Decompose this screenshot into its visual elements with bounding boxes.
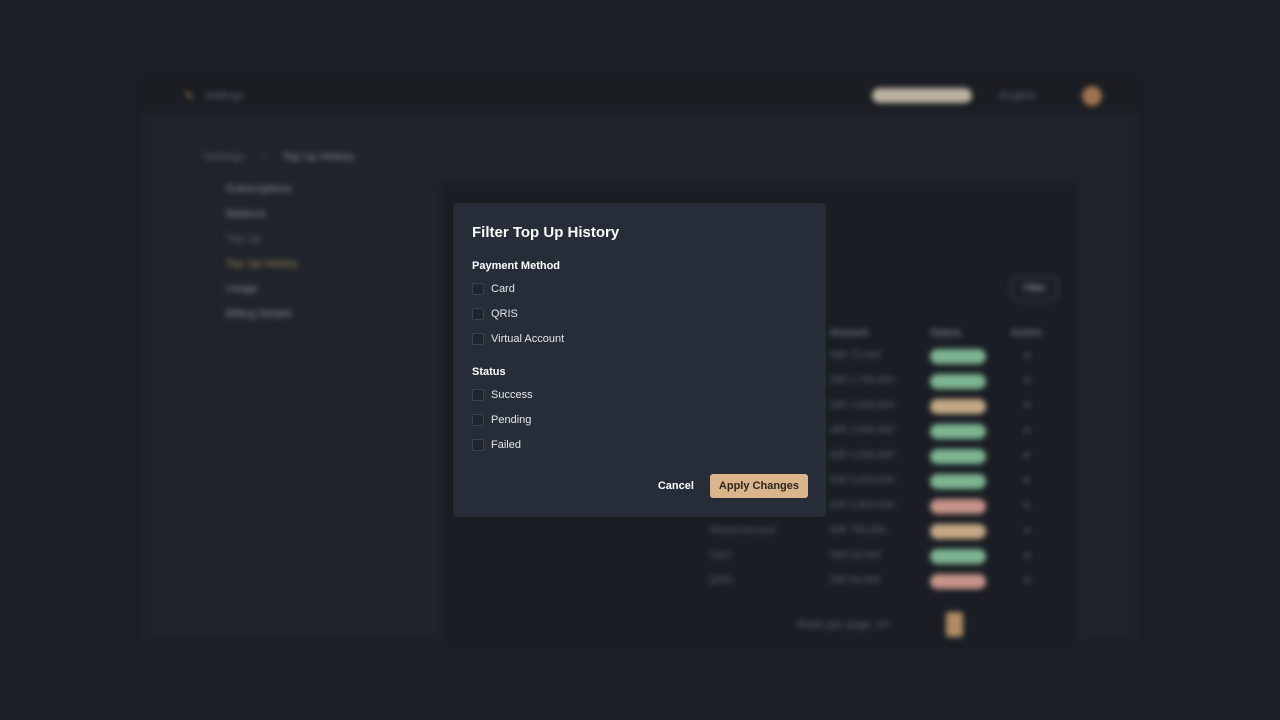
action-icon[interactable]: ●: [1024, 350, 1030, 361]
action-icon[interactable]: ●: [1024, 575, 1030, 586]
status-badge: [930, 524, 986, 539]
page-1-button[interactable]: [946, 612, 963, 637]
logo-icon: ✎: [184, 89, 195, 103]
method-cell: QRIS: [709, 575, 734, 586]
checkbox-option[interactable]: Failed: [472, 432, 807, 457]
checkbox[interactable]: [472, 438, 484, 451]
sidebar-item-balance[interactable]: Balance: [226, 208, 266, 220]
table-row[interactable]: Virtual Account IDR 750,000 ●: [460, 519, 1060, 544]
sidebar-item-billing-details[interactable]: Billing Details: [226, 308, 292, 320]
action-icon[interactable]: ●: [1024, 400, 1030, 411]
breadcrumb-separator: /: [262, 151, 266, 163]
checkbox-option[interactable]: Success: [472, 382, 807, 407]
checkbox-option[interactable]: Pending: [472, 407, 807, 432]
sidebar-item-top-up[interactable]: Top Up: [226, 233, 261, 245]
sidebar-item-top-up-history[interactable]: Top Up History: [226, 258, 298, 270]
language-select[interactable]: English: [1000, 90, 1036, 102]
rows-per-page-label: Rows per page: [797, 619, 871, 631]
status-badge: [930, 574, 986, 589]
checkbox[interactable]: [472, 332, 484, 345]
amount-cell: IDR 750,000: [830, 525, 887, 536]
action-icon[interactable]: ●: [1024, 525, 1030, 536]
filter-button[interactable]: Filter: [1011, 276, 1058, 301]
checkbox[interactable]: [472, 413, 484, 426]
amount-cell: IDR 2,750,000: [830, 375, 895, 386]
amount-cell: IDR 4,000,000: [830, 475, 895, 486]
table-row[interactable]: QRIS IDR 50,000 ●: [460, 569, 1060, 594]
apply-changes-button[interactable]: Apply Changes: [709, 474, 808, 498]
action-icon[interactable]: ●: [1024, 450, 1030, 461]
top-bar: [143, 80, 1137, 112]
checkbox-label: Card: [491, 282, 515, 295]
method-cell: Virtual Account: [709, 525, 776, 536]
amount-cell: IDR 2,000,000: [830, 450, 895, 461]
sidebar-item-subscriptions[interactable]: Subscriptions: [226, 183, 292, 195]
amount-cell: IDR 50,000: [830, 575, 881, 586]
amount-cell: IDR 2,000,000: [830, 500, 895, 511]
breadcrumb-current: Top Up History: [282, 151, 355, 163]
sidebar-item-usage[interactable]: Usage: [226, 283, 258, 295]
checkbox[interactable]: [472, 388, 484, 401]
checkbox-option[interactable]: QRIS: [472, 301, 807, 326]
checkbox-label: QRIS: [491, 307, 518, 320]
method-cell: Card: [709, 550, 731, 561]
payment-method-label: Payment Method: [472, 260, 561, 272]
column-amount: Amount: [830, 327, 868, 339]
table-row[interactable]: Card IDR 50,000 ●: [460, 544, 1060, 569]
action-icon[interactable]: ●: [1024, 500, 1030, 511]
status-badge: [930, 424, 986, 439]
column-action: Action: [1011, 327, 1042, 339]
checkbox-label: Pending: [491, 413, 532, 426]
rows-per-page-select[interactable]: 10: [876, 619, 888, 631]
avatar[interactable]: [1082, 86, 1102, 106]
modal-title: Filter Top Up History: [472, 224, 620, 241]
action-icon[interactable]: ●: [1024, 475, 1030, 486]
checkbox-option[interactable]: Virtual Account: [472, 326, 807, 351]
status-badge: [930, 349, 986, 364]
checkbox-label: Failed: [491, 438, 521, 451]
brand: Settings: [204, 90, 244, 102]
checkbox-label: Success: [491, 388, 533, 401]
status-badge: [930, 549, 986, 564]
checkbox[interactable]: [472, 282, 484, 295]
checkbox[interactable]: [472, 307, 484, 320]
status-label: Status: [472, 366, 506, 378]
checkbox-label: Virtual Account: [491, 332, 565, 345]
action-icon[interactable]: ●: [1024, 550, 1030, 561]
cancel-button[interactable]: Cancel: [658, 480, 694, 492]
filter-modal: Filter Top Up History Payment Method Car…: [453, 203, 826, 517]
amount-cell: IDR 75,000: [830, 350, 881, 361]
status-badge: [930, 374, 986, 389]
action-icon[interactable]: ●: [1024, 425, 1030, 436]
status-badge: [930, 474, 986, 489]
plan-badge[interactable]: [872, 88, 972, 103]
status-badge: [930, 499, 986, 514]
column-status: Status: [930, 327, 962, 339]
status-badge: [930, 399, 986, 414]
amount-cell: IDR 50,000: [830, 550, 881, 561]
amount-cell: IDR 2,000,000: [830, 425, 895, 436]
status-badge: [930, 449, 986, 464]
amount-cell: IDR 2,000,000: [830, 400, 895, 411]
breadcrumb-settings[interactable]: Settings: [204, 151, 244, 163]
checkbox-option[interactable]: Card: [472, 276, 807, 301]
action-icon[interactable]: ●: [1024, 375, 1030, 386]
